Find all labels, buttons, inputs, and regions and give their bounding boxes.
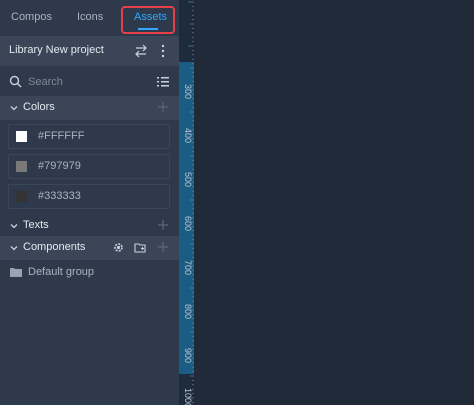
panel-tabs: Compos Icons Assets	[0, 0, 179, 36]
texts-section-header[interactable]: Texts	[0, 214, 179, 238]
vertical-ruler: 300 400 500 600 700 800 900 1000	[179, 0, 194, 405]
list-view-icon[interactable]	[157, 76, 169, 87]
color-swatch	[16, 161, 27, 172]
ruler-label: 600	[183, 216, 193, 232]
group-label: Default group	[28, 266, 95, 278]
chevron-down-icon	[10, 246, 18, 251]
folder-icon	[10, 268, 22, 277]
colors-section-header[interactable]: Colors	[0, 96, 179, 120]
ruler-ticks	[188, 1, 194, 403]
color-name: #797979	[38, 160, 81, 172]
ruler-label: 500	[183, 172, 193, 188]
color-name: #333333	[38, 190, 81, 202]
chevron-down-icon	[10, 106, 18, 111]
ruler-label: 700	[183, 260, 193, 276]
search-input[interactable]	[28, 73, 148, 91]
tab-icons[interactable]: Icons	[77, 11, 103, 23]
ruler-label: 800	[183, 304, 193, 320]
library-title: Library New project	[9, 44, 104, 56]
color-swatch	[16, 191, 27, 202]
tab-compos[interactable]: Compos	[11, 11, 52, 23]
add-text-icon[interactable]	[157, 219, 169, 231]
library-header: Library New project	[0, 36, 179, 66]
chevron-down-icon	[10, 224, 18, 229]
ruler-label: 900	[183, 348, 193, 364]
components-section-header[interactable]: Components	[0, 236, 179, 260]
add-component-icon[interactable]	[157, 241, 169, 253]
color-swatch	[16, 131, 27, 142]
ruler-label: 300	[183, 84, 193, 100]
components-section-label: Components	[23, 241, 86, 253]
color-item[interactable]: #797979	[8, 154, 170, 179]
search-bar	[0, 70, 179, 94]
add-folder-icon[interactable]	[134, 242, 147, 253]
colors-section-label: Colors	[23, 101, 55, 113]
swap-arrows-icon[interactable]	[134, 41, 148, 61]
gear-icon[interactable]	[112, 241, 125, 254]
color-item[interactable]: #333333	[8, 184, 170, 209]
assets-panel: Compos Icons Assets Library New project	[0, 0, 179, 405]
texts-section-label: Texts	[23, 219, 49, 231]
vertical-dots-icon[interactable]	[159, 41, 167, 61]
search-icon	[9, 75, 22, 88]
color-item[interactable]: #FFFFFF	[8, 124, 170, 149]
ruler-label: 400	[183, 128, 193, 144]
add-color-icon[interactable]	[157, 101, 169, 113]
ruler-label: 1000	[183, 388, 193, 405]
annotation-highlight-box	[121, 6, 175, 34]
design-canvas[interactable]	[194, 0, 474, 405]
component-group-item[interactable]: Default group	[0, 262, 179, 282]
color-name: #FFFFFF	[38, 130, 85, 142]
